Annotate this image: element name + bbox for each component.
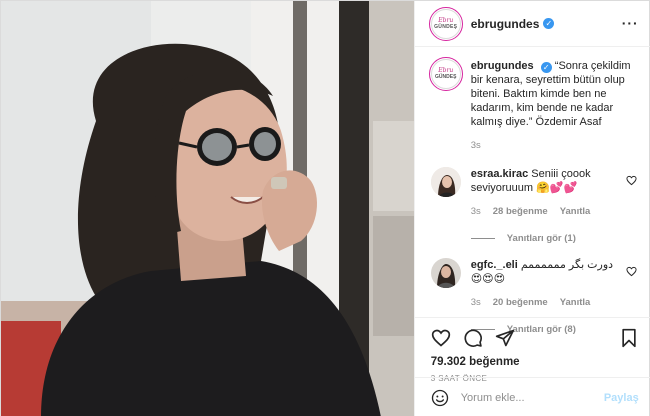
action-icons [431, 324, 639, 352]
post-actions: 79.302 beğenme 3 SAAT ÖNCE [414, 317, 650, 383]
comment-likes[interactable]: 20 beğenme [493, 296, 548, 310]
comment-username[interactable]: esraa.kirac [471, 168, 529, 180]
caption-verified-icon: ✓ [540, 62, 552, 73]
author-username[interactable]: ebrugundes [471, 17, 540, 31]
comment-likes[interactable]: 28 beğenme [493, 205, 548, 219]
caption-username[interactable]: ebrugundes [471, 60, 534, 72]
add-comment-bar: Paylaş [414, 377, 650, 416]
likes-count[interactable]: 79.302 beğenme [431, 356, 639, 368]
ellipsis-icon[interactable]: ··· [622, 15, 639, 31]
share-icon[interactable] [495, 328, 515, 348]
reply-button[interactable]: Yanıtla [560, 296, 591, 310]
post-comment-button[interactable]: Paylaş [604, 392, 639, 404]
comment-username[interactable]: egfc._.eli [471, 259, 518, 271]
comment-item: esraa.kirac Seniii çoook seviyoruuum 🤗💕💕… [430, 167, 639, 219]
commenter-avatar[interactable] [430, 258, 461, 288]
story-ring [428, 6, 463, 41]
replies-divider [470, 238, 495, 239]
bookmark-icon[interactable] [619, 328, 639, 348]
post-photo[interactable] [1, 1, 414, 416]
comment-heart-icon[interactable] [626, 175, 637, 186]
post-header: Ebru GÜNDEŞ ebrugundes ✓ ··· [414, 1, 650, 47]
caption-avatar[interactable]: Ebru GÜNDEŞ [428, 57, 463, 91]
verified-badge-icon: ✓ [543, 18, 555, 29]
comment-input[interactable] [460, 391, 604, 404]
view-replies-label: Yanıtları gör (1) [506, 233, 576, 244]
smiley-icon[interactable] [431, 389, 449, 407]
comment-icon[interactable] [463, 328, 483, 348]
comment-time[interactable]: 3s [471, 205, 481, 219]
post-side-panel: Ebru GÜNDEŞ ebrugundes ✓ ··· Ebru GÜNDEŞ [413, 1, 650, 416]
comment-heart-icon[interactable] [626, 266, 637, 277]
caption-time[interactable]: 3s [471, 139, 481, 153]
view-replies-button[interactable]: Yanıtları gör (1) [470, 233, 639, 244]
reply-button[interactable]: Yanıtla [560, 205, 591, 219]
caption: Ebru GÜNDEŞ ebrugundes ✓ “Sonra çekildim… [428, 57, 639, 153]
author-avatar[interactable]: Ebru GÜNDEŞ [428, 6, 463, 41]
comment-time[interactable]: 3s [471, 296, 481, 310]
portrait-illustration [1, 1, 414, 416]
comments-list: Ebru GÜNDEŞ ebrugundes ✓ “Sonra çekildim… [415, 47, 650, 335]
heart-icon[interactable] [431, 328, 451, 348]
instagram-post: Ebru GÜNDEŞ ebrugundes ✓ ··· Ebru GÜNDEŞ [0, 0, 650, 416]
commenter-avatar[interactable] [430, 167, 461, 197]
comment-item: egfc._.eli دورت بگر ممممممم😍😍😍 3s 20 beğ… [430, 258, 639, 310]
